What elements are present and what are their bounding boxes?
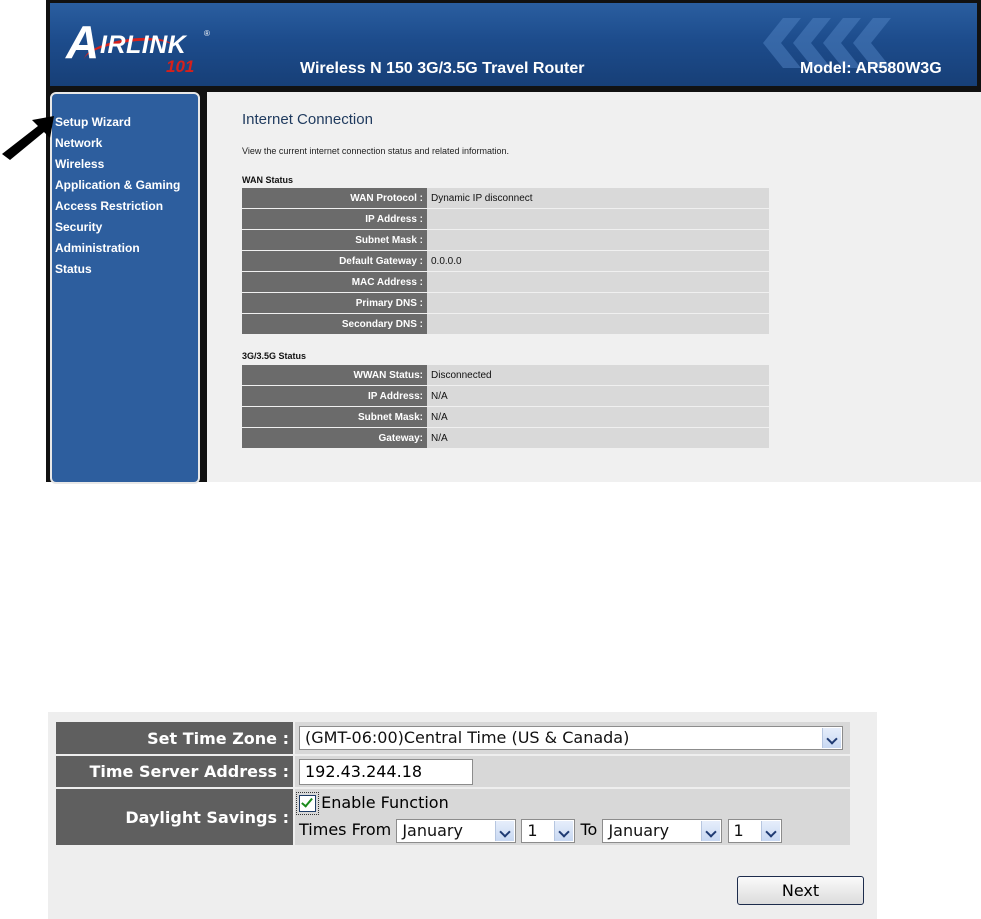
table-row: WWAN Status: Disconnected (242, 365, 769, 385)
row-value (427, 230, 769, 250)
to-month-value: January (608, 820, 670, 840)
table-row: Subnet Mask : (242, 230, 769, 250)
row-label: Default Gateway : (242, 251, 427, 271)
page-description: View the current internet connection sta… (242, 146, 509, 156)
daylight-row: Daylight Savings : Enable Function Times… (56, 789, 850, 845)
enable-function-checkbox[interactable] (296, 792, 319, 815)
chevron-down-icon[interactable] (495, 820, 515, 841)
logo-letter: A (66, 16, 100, 68)
logo-registered-mark: ® (204, 29, 210, 38)
wan-status-heading: WAN Status (242, 175, 294, 185)
table-row: Default Gateway :0.0.0.0 (242, 251, 769, 271)
time-server-label: Time Server Address : (56, 756, 293, 787)
row-label: IP Address : (242, 209, 427, 229)
table-row: Subnet Mask: N/A (242, 407, 769, 427)
wan-status-table: WAN Protocol : Dynamic IP disconnect IP A… (242, 187, 769, 335)
row-label: Primary DNS : (242, 293, 427, 313)
to-month-select[interactable]: January (602, 818, 723, 843)
row-value: Disconnected (427, 365, 769, 385)
logo-text: IRLINK (100, 31, 187, 59)
row-label: WAN Protocol : (242, 188, 427, 208)
chevron-down-icon[interactable] (760, 820, 780, 841)
row-value: 0.0.0.0 (427, 251, 769, 271)
row-value: N/A (427, 407, 769, 427)
to-label: To (580, 820, 598, 839)
to-day-value: 1 (733, 820, 744, 840)
time-settings-form: Set Time Zone : (GMT-06:00)Central Time … (54, 720, 852, 847)
sidebar-item-wireless[interactable]: Wireless (52, 154, 198, 175)
from-day-value: 1 (527, 820, 538, 840)
table-row: MAC Address : (242, 272, 769, 292)
time-zone-value: (GMT-06:00)Central Time (US & Canada) (305, 728, 630, 747)
table-row: IP Address : (242, 209, 769, 229)
time-zone-row: Set Time Zone : (GMT-06:00)Central Time … (56, 722, 850, 754)
row-label: Subnet Mask : (242, 230, 427, 250)
time-zone-select[interactable]: (GMT-06:00)Central Time (US & Canada) (299, 726, 843, 750)
wwan-status-table: WWAN Status: Disconnected IP Address: N/A … (242, 364, 769, 449)
header-banner: A IRLINK ® 101 Wireless N 150 3G/3.5G Tr… (50, 3, 977, 86)
main-content: Internet Connection View the current int… (207, 92, 981, 482)
enable-function-label: Enable Function (321, 793, 449, 812)
time-server-input[interactable]: 192.43.244.18 (299, 758, 473, 785)
sidebar-item-status[interactable]: Status (52, 259, 198, 280)
table-row: Secondary DNS : (242, 314, 769, 334)
row-value: Dynamic IP disconnect (427, 188, 769, 208)
from-day-select[interactable]: 1 (521, 818, 576, 843)
from-month-select[interactable]: January (396, 818, 517, 843)
airlink-logo: A IRLINK ® 101 (66, 17, 216, 77)
router-admin-screenshot: A IRLINK ® 101 Wireless N 150 3G/3.5G Tr… (46, 0, 981, 484)
row-label: Secondary DNS : (242, 314, 427, 334)
daylight-savings-label: Daylight Savings : (56, 789, 293, 845)
daylight-savings-cell: Enable Function Times From January 1 To … (295, 789, 850, 845)
sidebar-item-administration[interactable]: Administration (52, 238, 198, 259)
time-server-row: Time Server Address : 192.43.244.18 (56, 756, 850, 787)
time-settings-screenshot: Set Time Zone : (GMT-06:00)Central Time … (48, 712, 877, 919)
row-label: WWAN Status: (242, 365, 427, 385)
pointer-arrow-icon (2, 116, 54, 160)
wwan-status-heading: 3G/3.5G Status (242, 351, 307, 361)
time-server-cell: 192.43.244.18 (295, 756, 850, 787)
row-label: MAC Address : (242, 272, 427, 292)
times-from-label: Times From (299, 820, 392, 839)
row-value (427, 272, 769, 292)
row-value (427, 293, 769, 313)
enable-function-line: Enable Function (296, 790, 850, 816)
row-value: N/A (427, 428, 769, 448)
chevron-down-icon[interactable] (701, 820, 721, 841)
logo-number: 101 (166, 57, 195, 76)
sidebar-nav: Setup Wizard Network Wireless Applicatio… (50, 92, 200, 484)
row-value (427, 314, 769, 334)
sidebar-item-network[interactable]: Network (52, 133, 198, 154)
table-row: Gateway: N/A (242, 428, 769, 448)
table-row: IP Address: N/A (242, 386, 769, 406)
chevron-down-icon[interactable] (554, 820, 574, 841)
sidebar-item-application-gaming[interactable]: Application & Gaming (52, 175, 198, 196)
time-zone-cell: (GMT-06:00)Central Time (US & Canada) (295, 722, 850, 754)
row-value (427, 209, 769, 229)
row-label: Gateway: (242, 428, 427, 448)
next-button[interactable]: Next (737, 876, 864, 905)
from-month-value: January (402, 820, 463, 840)
row-label: Subnet Mask: (242, 407, 427, 427)
page-title: Internet Connection (242, 111, 373, 128)
table-row: WAN Protocol : Dynamic IP disconnect (242, 188, 769, 208)
table-row: Primary DNS : (242, 293, 769, 313)
row-value: N/A (427, 386, 769, 406)
time-zone-label: Set Time Zone : (56, 722, 293, 754)
row-label: IP Address: (242, 386, 427, 406)
daylight-range-line: Times From January 1 To January 1 (299, 816, 850, 844)
sidebar-item-security[interactable]: Security (52, 217, 198, 238)
sidebar-item-setup-wizard[interactable]: Setup Wizard (52, 112, 198, 133)
to-day-select[interactable]: 1 (727, 818, 782, 843)
sidebar-item-access-restriction[interactable]: Access Restriction (52, 196, 198, 217)
product-title: Wireless N 150 3G/3.5G Travel Router (300, 60, 585, 77)
chevron-down-icon[interactable] (822, 728, 841, 748)
model-label: Model: AR580W3G (800, 60, 942, 77)
